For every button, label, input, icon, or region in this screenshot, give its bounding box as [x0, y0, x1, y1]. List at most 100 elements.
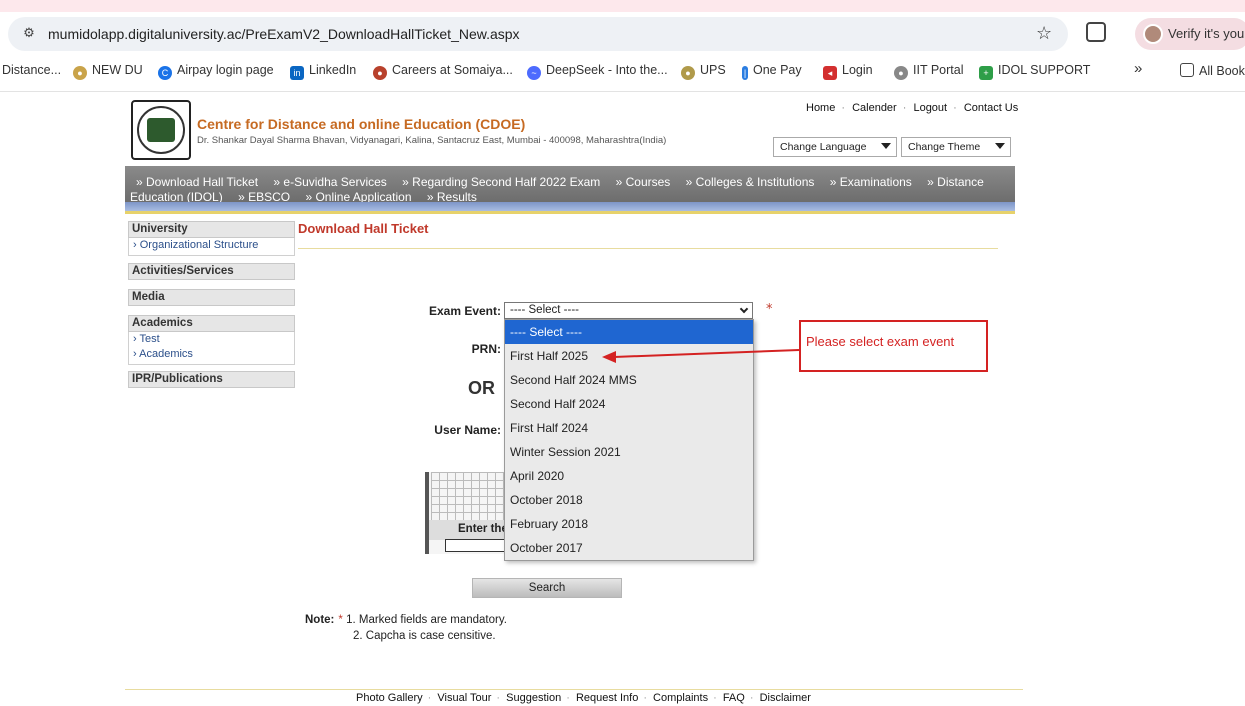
exam-option[interactable]: October 2017 — [505, 536, 753, 560]
bookmark-item[interactable]: C Airpay login page — [158, 63, 274, 80]
footer-divider — [125, 689, 1023, 690]
prn-label: PRN: — [471, 342, 501, 356]
bookmark-item[interactable]: Distance... — [2, 63, 61, 77]
browser-top-strip — [0, 0, 1245, 12]
sidebar-item-test[interactable]: › Test — [129, 332, 294, 347]
bookmark-favicon-icon: + — [979, 66, 993, 80]
bookmark-favicon-icon: ● — [373, 66, 387, 80]
exam-option[interactable]: First Half 2024 — [505, 416, 753, 440]
captcha-box: Enter the — [425, 472, 515, 554]
search-button[interactable]: Search — [472, 578, 622, 598]
nav-e-suvidha[interactable]: » e-Suvidha Services — [273, 175, 386, 189]
footer-disclaimer[interactable]: Disclaimer — [760, 692, 811, 704]
captcha-image — [431, 472, 515, 520]
sidebar-head-activities[interactable]: Activities/Services — [128, 263, 295, 280]
bookmark-item[interactable]: ● NEW DU — [73, 63, 143, 80]
title-divider — [298, 248, 998, 249]
nav-examinations[interactable]: » Examinations — [830, 175, 912, 189]
extensions-icon[interactable] — [1086, 22, 1106, 42]
page-title: Download Hall Ticket — [298, 221, 429, 236]
bookmark-favicon-icon: ● — [681, 66, 695, 80]
site-info-icon[interactable]: ⚙ — [20, 25, 38, 43]
nav-accent-band — [125, 202, 1015, 211]
bookmark-item[interactable]: in LinkedIn — [290, 63, 356, 80]
footer-suggestion[interactable]: Suggestion — [506, 692, 561, 704]
contact-link[interactable]: Contact Us — [964, 102, 1018, 114]
sidebar-head-media[interactable]: Media — [128, 289, 295, 306]
home-link[interactable]: Home — [806, 102, 835, 114]
bookmark-item[interactable]: ~ DeepSeek - Into the... — [527, 63, 668, 80]
nav-second-half-2022[interactable]: » Regarding Second Half 2022 Exam — [402, 175, 600, 189]
bookmark-item[interactable]: ● Careers at Somaiya... — [373, 63, 513, 80]
bookmark-star-icon[interactable]: ☆ — [1036, 23, 1052, 44]
main-nav: » Download Hall Ticket » e-Suvidha Servi… — [125, 166, 1015, 204]
exam-option[interactable]: October 2018 — [505, 488, 753, 512]
top-links: Home · Calender · Logout · Contact Us — [806, 102, 1019, 114]
bookmark-favicon-icon: ● — [894, 66, 908, 80]
dropdown-arrow-icon — [995, 143, 1005, 149]
logo-seal-emblem — [147, 118, 175, 142]
bookmark-favicon-icon: | — [742, 66, 748, 80]
bookmark-item[interactable]: + IDOL SUPPORT — [979, 63, 1090, 80]
note-star: * — [338, 614, 343, 626]
verify-profile-button[interactable]: Verify it's you — [1135, 18, 1245, 50]
nav-distance[interactable]: » Distance — [927, 175, 984, 189]
chevron-down-icon — [739, 304, 749, 314]
footer-visual-tour[interactable]: Visual Tour — [437, 692, 491, 704]
sidebar-head-ipr[interactable]: IPR/Publications — [128, 371, 295, 388]
bookmarks-bar: Distance... ● NEW DU C Airpay login page i… — [0, 60, 1245, 84]
change-language-label: Change Language — [780, 141, 867, 153]
exam-option[interactable]: February 2018 — [505, 512, 753, 536]
sidebar-head-academics[interactable]: Academics — [128, 315, 295, 332]
exam-option[interactable]: Winter Session 2021 — [505, 440, 753, 464]
nav-download-hall-ticket[interactable]: » Download Hall Ticket — [136, 175, 258, 189]
calender-link[interactable]: Calender — [852, 102, 897, 114]
exam-option[interactable]: Second Half 2024 — [505, 392, 753, 416]
bookmark-item[interactable]: ● IIT Portal — [894, 63, 963, 80]
site-title: Centre for Distance and online Education… — [197, 116, 526, 132]
change-language-select[interactable]: Change Language — [773, 137, 897, 157]
exam-event-value: ---- Select ---- — [510, 304, 579, 316]
site-address: Dr. Shankar Dayal Sharma Bhavan, Vidyana… — [197, 135, 667, 146]
footer-request-info[interactable]: Request Info — [576, 692, 638, 704]
dropdown-arrow-icon — [881, 143, 891, 149]
exam-event-label: Exam Event: — [428, 304, 501, 318]
change-theme-select[interactable]: Change Theme — [901, 137, 1011, 157]
note-line-2: 2. Capcha is case censitive. — [353, 630, 496, 642]
bookmark-favicon-icon: ◂ — [823, 66, 837, 80]
sidebar-head-university[interactable]: University — [128, 221, 295, 238]
annotation-text: Please select exam event — [806, 334, 955, 349]
exam-option[interactable]: Second Half 2024 MMS — [505, 368, 753, 392]
nav-courses[interactable]: » Courses — [616, 175, 671, 189]
sidebar-box-university: › Organizational Structure — [128, 238, 295, 256]
captcha-prompt: Enter the — [429, 520, 515, 540]
bookmark-favicon-icon: ● — [73, 66, 87, 80]
sidebar-item-academics[interactable]: › Academics — [129, 347, 294, 362]
footer-links: Photo Gallery · Visual Tour · Suggestion · … — [356, 692, 811, 704]
note-label: Note: — [305, 614, 335, 626]
change-theme-label: Change Theme — [908, 141, 981, 153]
nav-colleges[interactable]: » Colleges & Institutions — [686, 175, 815, 189]
footer-photo-gallery[interactable]: Photo Gallery — [356, 692, 423, 704]
annotation-callout: Please select exam event — [799, 320, 988, 372]
exam-event-select[interactable]: ---- Select ---- — [504, 302, 753, 319]
or-text: OR — [468, 378, 495, 398]
bookmark-item[interactable]: ◂ Login — [823, 63, 873, 80]
annotation-arrow — [602, 349, 800, 363]
footer-faq[interactable]: FAQ — [723, 692, 745, 704]
deepseek-icon: ~ — [527, 66, 541, 80]
bookmark-item[interactable]: | One Pay — [742, 63, 802, 80]
more-bookmarks-icon[interactable]: » — [1134, 60, 1142, 77]
university-logo[interactable] — [131, 100, 191, 160]
chevron-right-icon: › — [133, 239, 140, 251]
bookmark-favicon-icon: C — [158, 66, 172, 80]
sidebar-item-organizational-structure[interactable]: › Organizational Structure — [129, 238, 294, 253]
logout-link[interactable]: Logout — [913, 102, 947, 114]
nav-accent-line — [125, 211, 1015, 214]
url-text[interactable]: mumidolapp.digitaluniversity.ac/PreExamV… — [48, 26, 520, 42]
exam-option[interactable]: April 2020 — [505, 464, 753, 488]
footer-complaints[interactable]: Complaints — [653, 692, 708, 704]
chrome-divider — [0, 91, 1245, 92]
bookmark-item[interactable]: All Bookmarks — [1180, 63, 1245, 78]
bookmark-item[interactable]: ● UPS — [681, 63, 726, 80]
